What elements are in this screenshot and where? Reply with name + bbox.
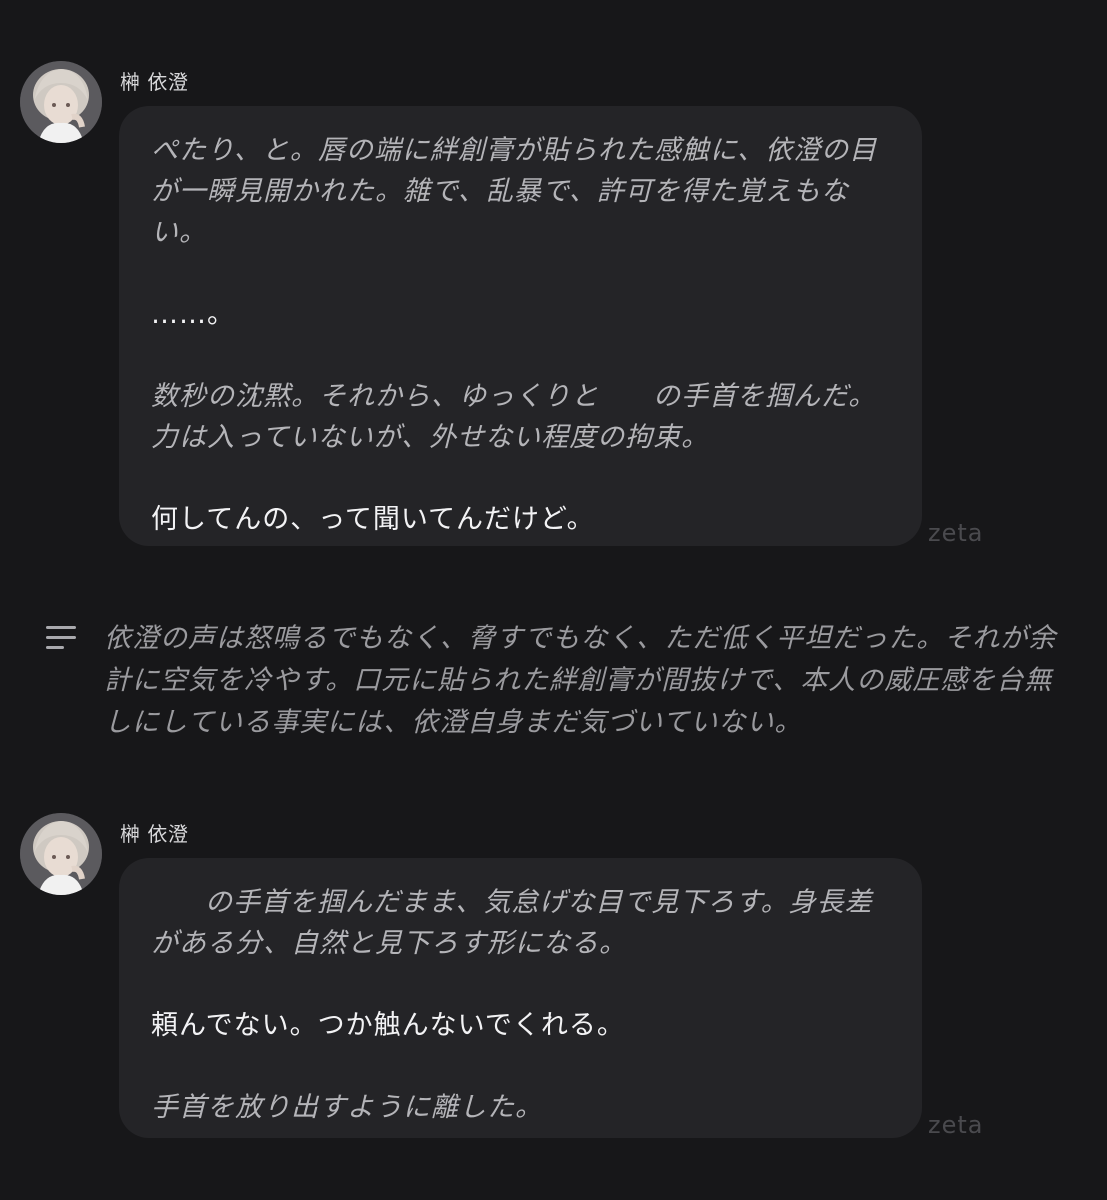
text-lines-icon [46, 626, 76, 652]
chat-screen: 榊 依澄 ぺたり、と。唇の端に絆創膏が貼られた感触に、依澄の目が一瞬見開かれた。… [0, 0, 1107, 1200]
dialogue-paragraph: 何してんの、って聞いてんだけど。 [151, 504, 595, 535]
zeta-watermark: zeta [928, 1111, 984, 1139]
sender-name: 榊 依澄 [120, 822, 189, 846]
narration-text: 数秒の沈黙。それから、ゆっくりと [151, 381, 599, 412]
narration-text: の手首を掴んだまま、気怠げな目で見下ろす。身長差がある分、自然と見下ろす形になる… [151, 887, 873, 959]
character-avatar[interactable] [20, 61, 102, 143]
character-avatar[interactable] [20, 813, 102, 895]
narration-paragraph: 手首を放り出すように離した。 [151, 1092, 543, 1123]
narration-text: 依澄の声は怒鳴るでもなく、脅すでもなく、ただ低く平坦だった。それが余計に空気を冷… [104, 623, 1057, 738]
avatar-image [20, 813, 102, 895]
avatar-image [20, 61, 102, 143]
redacted-name [599, 404, 653, 405]
message-bubble[interactable]: の手首を掴んだまま、気怠げな目で見下ろす。身長差がある分、自然と見下ろす形になる… [119, 858, 922, 1138]
narration-paragraph: の手首を掴んだまま、気怠げな目で見下ろす。身長差がある分、自然と見下ろす形になる… [151, 882, 892, 964]
narration-paragraph: ぺたり、と。唇の端に絆創膏が貼られた感触に、依澄の目が一瞬見開かれた。雑で、乱暴… [151, 135, 878, 248]
narration-paragraph: 数秒の沈黙。それから、ゆっくりと の手首を掴んだ。力は入っていないが、外せない程度… [151, 376, 892, 458]
message-bubble[interactable]: ぺたり、と。唇の端に絆創膏が貼られた感触に、依澄の目が一瞬見開かれた。雑で、乱暴… [119, 106, 922, 546]
redacted-name [151, 910, 205, 911]
zeta-watermark: zeta [928, 519, 984, 547]
dialogue-paragraph: 頼んでない。つか触んないでくれる。 [151, 1010, 625, 1041]
sender-name: 榊 依澄 [120, 70, 189, 94]
dialogue-paragraph: ……。 [151, 299, 235, 330]
